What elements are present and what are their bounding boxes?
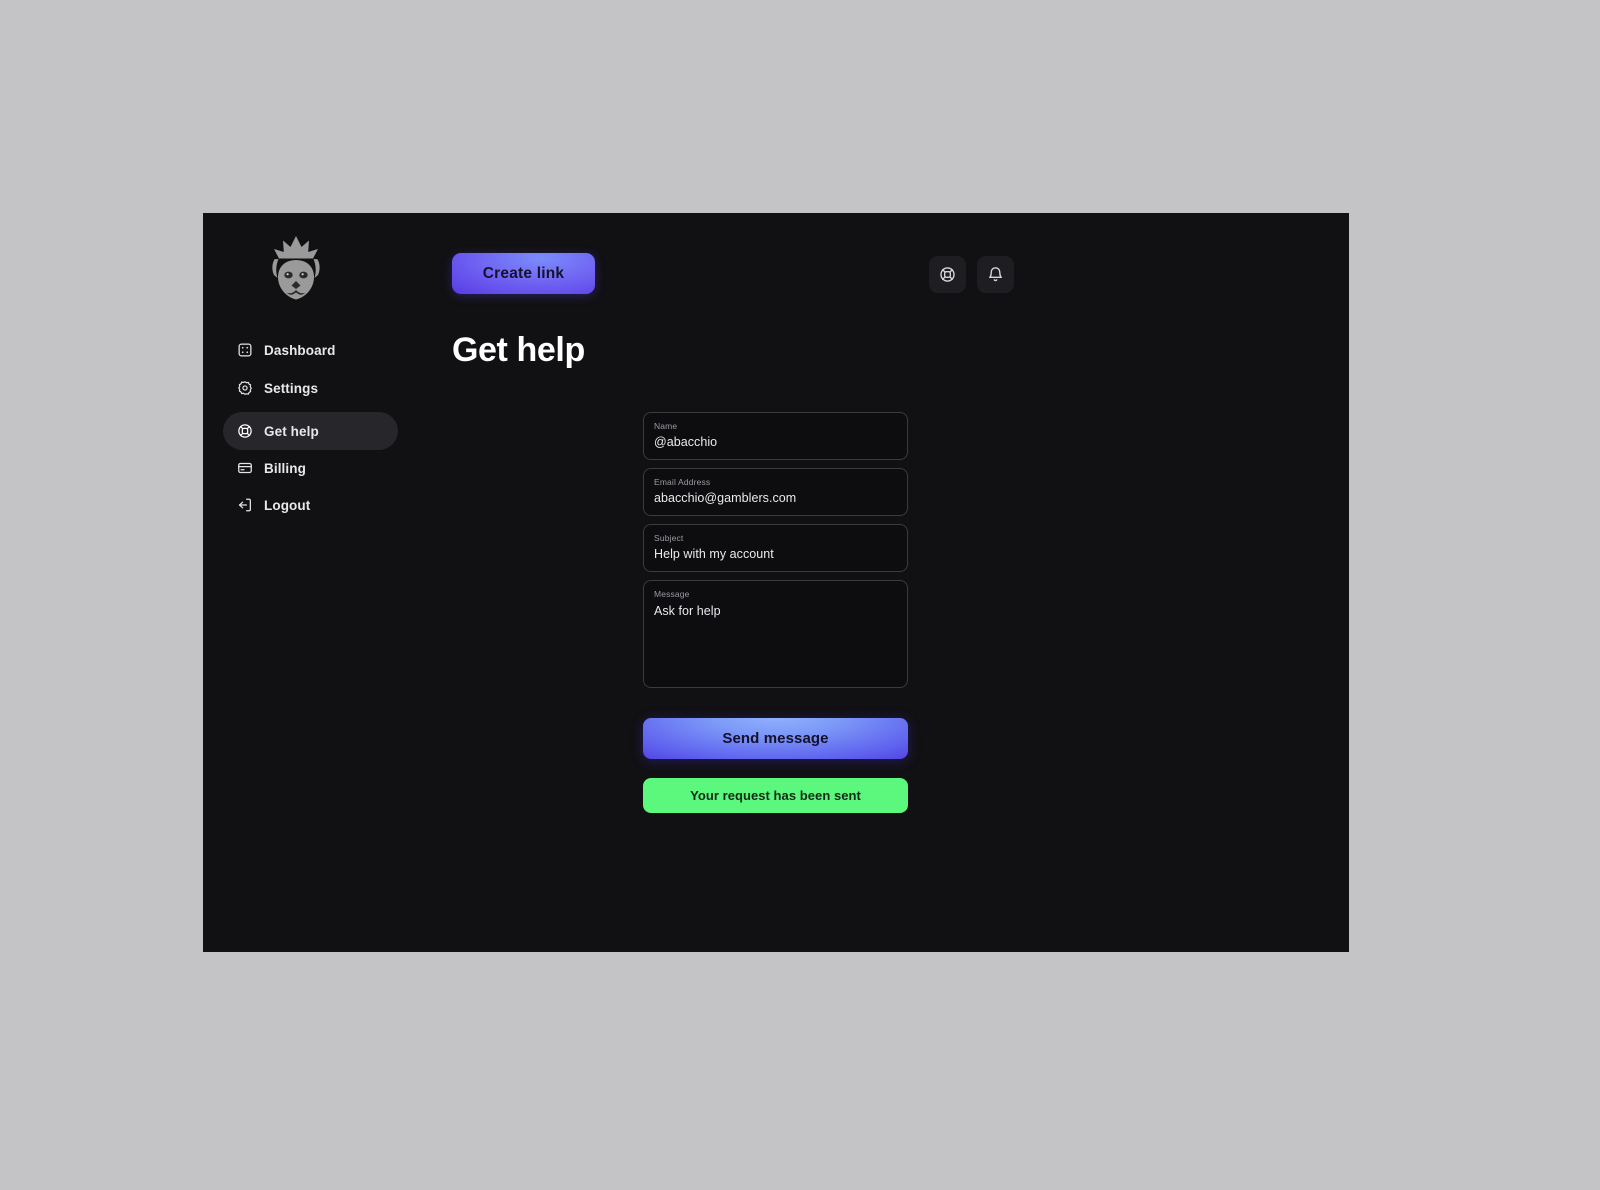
email-field-label: Email Address bbox=[654, 477, 711, 487]
notifications-button[interactable] bbox=[977, 256, 1014, 293]
lifebuoy-icon bbox=[237, 423, 253, 439]
dashboard-dice-icon bbox=[237, 342, 253, 358]
message-field-label: Message bbox=[654, 589, 690, 599]
sidebar-item-label: Settings bbox=[264, 380, 319, 396]
send-message-button[interactable]: Send message bbox=[643, 718, 908, 759]
email-field[interactable]: Email Address abacchio@gamblers.com bbox=[643, 468, 908, 516]
bell-icon bbox=[987, 266, 1004, 283]
page-title: Get help bbox=[452, 331, 585, 369]
logout-arrow-icon bbox=[237, 497, 253, 513]
name-field-value: @abacchio bbox=[654, 435, 718, 449]
subject-field-label: Subject bbox=[654, 533, 684, 543]
name-field[interactable]: Name @abacchio bbox=[643, 412, 908, 460]
subject-field-value: Help with my account bbox=[654, 547, 774, 561]
app-header: Create link bbox=[203, 213, 1349, 323]
subject-field[interactable]: Subject Help with my account bbox=[643, 524, 908, 572]
sidebar-item-settings[interactable]: Settings bbox=[223, 375, 398, 401]
credit-card-icon bbox=[237, 460, 253, 476]
create-link-button[interactable]: Create link bbox=[452, 253, 595, 294]
lifebuoy-icon bbox=[939, 266, 956, 283]
message-field[interactable]: Message Ask for help bbox=[643, 580, 908, 688]
name-field-label: Name bbox=[654, 421, 678, 431]
help-icon-button[interactable] bbox=[929, 256, 966, 293]
sidebar-item-get-help[interactable]: Get help bbox=[223, 412, 398, 450]
gear-icon bbox=[237, 380, 253, 396]
sidebar: Dashboard Settings Get help Billing Logo… bbox=[223, 337, 398, 518]
sidebar-item-label: Billing bbox=[264, 460, 306, 476]
sidebar-item-label: Logout bbox=[264, 497, 311, 513]
message-field-value: Ask for help bbox=[654, 604, 721, 618]
sidebar-item-billing[interactable]: Billing bbox=[223, 455, 398, 481]
sidebar-item-label: Dashboard bbox=[264, 342, 336, 358]
status-banner: Your request has been sent bbox=[643, 778, 908, 813]
sidebar-item-label: Get help bbox=[264, 423, 319, 439]
app-window: Create link Dashboard Settings Get help … bbox=[203, 213, 1349, 952]
support-form: Name @abacchio Email Address abacchio@ga… bbox=[643, 412, 908, 813]
sidebar-item-logout[interactable]: Logout bbox=[223, 492, 398, 518]
sidebar-item-dashboard[interactable]: Dashboard bbox=[223, 337, 398, 363]
crowned-lion-logo bbox=[265, 234, 327, 302]
email-field-value: abacchio@gamblers.com bbox=[654, 491, 797, 505]
